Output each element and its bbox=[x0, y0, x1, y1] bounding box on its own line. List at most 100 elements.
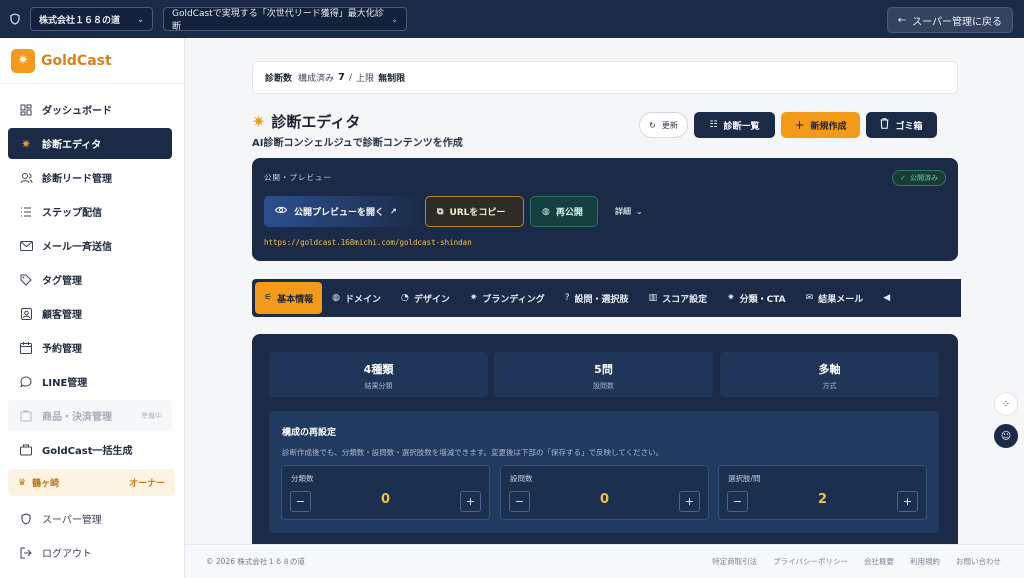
tab-more[interactable]: ◀ bbox=[873, 282, 905, 314]
campaign-select[interactable]: GoldCastで実現する「次世代リード獲得」最大化診断 ⌄ bbox=[163, 7, 407, 32]
sidebar-item-customers[interactable]: 顧客管理 bbox=[8, 298, 172, 329]
refresh-icon: ↻ bbox=[649, 120, 656, 130]
apps-float-button[interactable]: ⁘ bbox=[994, 392, 1018, 416]
sidebar-item-line[interactable]: LINE管理 bbox=[8, 366, 172, 397]
chatbot-float-button[interactable]: ☺ bbox=[994, 424, 1018, 448]
sidebar-item-tags[interactable]: タグ管理 bbox=[8, 264, 172, 295]
increment-button[interactable]: + bbox=[460, 491, 481, 512]
question-count-stepper: 設問数 − 0 + bbox=[500, 465, 709, 520]
stat-card-questions: 5問 設問数 bbox=[494, 352, 713, 397]
sparkle-icon: ✷ bbox=[727, 293, 735, 303]
stat-label: 設問数 bbox=[593, 382, 614, 390]
sparkle-icon: ✷ bbox=[469, 293, 478, 303]
check-circle-icon: ✓ bbox=[900, 174, 906, 182]
sidebar-item-label: スーパー管理 bbox=[42, 515, 102, 526]
trash-button[interactable]: ゴミ箱 bbox=[866, 112, 937, 138]
mail-icon: ✉ bbox=[805, 293, 814, 303]
sidebar-item-label: ステップ配信 bbox=[42, 208, 102, 219]
new-diagnosis-button[interactable]: + 新規作成 bbox=[781, 112, 860, 138]
count-limit-label: 上限 bbox=[356, 74, 375, 84]
tab-classification-cta[interactable]: ✷ 分類・CTA bbox=[717, 282, 796, 314]
footer-link-terms[interactable]: 利用規約 bbox=[910, 556, 940, 567]
tab-score[interactable]: ▥ スコア設定 bbox=[639, 282, 718, 314]
copy-url-button[interactable]: ⧉ URLをコピー bbox=[425, 196, 524, 227]
open-preview-label: 公開プレビューを開く bbox=[294, 208, 385, 218]
sidebar-item-bulk-generate[interactable]: GoldCast一括生成 bbox=[8, 434, 172, 465]
stepper-value: 0 bbox=[599, 492, 610, 507]
diagnosis-list-button[interactable]: ☷ 診断一覧 bbox=[694, 112, 775, 138]
globe-icon: ◍ bbox=[332, 293, 340, 303]
increment-button[interactable]: + bbox=[679, 491, 700, 512]
details-toggle[interactable]: 詳細 ⌄ bbox=[604, 196, 654, 227]
sidebar-item-dashboard[interactable]: ダッシュボード bbox=[8, 94, 172, 125]
main-content: 診断数 構成済み 7 / 上限 無制限 ✷ 診断エディタ AI診断コンシェルジュ… bbox=[185, 38, 1024, 544]
refresh-button[interactable]: ↻ 更新 bbox=[639, 112, 688, 138]
footer-link-company[interactable]: 会社概要 bbox=[864, 556, 894, 567]
tab-design[interactable]: ◔ デザイン bbox=[391, 282, 460, 314]
editor-tabs: ⚟ 基本情報 ◍ ドメイン ◔ デザイン ✷ ブランディング ? 設問・選択肢 ▥ スコア設… bbox=[252, 279, 961, 317]
sidebar-item-logout[interactable]: ログアウト bbox=[8, 537, 173, 568]
sidebar-item-bulk-mail[interactable]: メール一斉送信 bbox=[8, 230, 172, 261]
sidebar-item-label: ダッシュボード bbox=[42, 106, 112, 117]
company-select[interactable]: 株式会社１６８の道 ⌄ bbox=[30, 7, 153, 31]
chat-icon bbox=[19, 375, 33, 389]
sidebar-item-step-delivery[interactable]: ステップ配信 bbox=[8, 196, 172, 227]
campaign-select-value: GoldCastで実現する「次世代リード獲得」最大化診断 bbox=[172, 9, 384, 32]
tab-basic-info[interactable]: ⚟ 基本情報 bbox=[255, 282, 323, 314]
tab-label: 設問・選択肢 bbox=[574, 294, 629, 305]
sidebar-item-label: LINE管理 bbox=[42, 378, 88, 389]
sidebar-item-diagnosis-editor[interactable]: ✷ 診断エディタ bbox=[8, 128, 172, 159]
back-button-label: スーパー管理に戻る bbox=[912, 16, 1002, 28]
basic-info-panel: 4種類 結果分類 5問 設問数 多軸 方式 構成の再設定 診断作成後でも、分類数… bbox=[252, 334, 958, 544]
sidebar-item-super-admin[interactable]: スーパー管理 bbox=[8, 503, 173, 534]
sparkle-icon: ✷ bbox=[20, 136, 32, 151]
sparkle-logo-icon: ✷ bbox=[11, 48, 35, 73]
footer-link-privacy[interactable]: プライバシーポリシー bbox=[773, 556, 848, 567]
trash-icon bbox=[880, 118, 889, 132]
tab-label: ブランディング bbox=[482, 294, 545, 305]
tab-branding[interactable]: ✷ ブランディング bbox=[460, 282, 555, 314]
tab-domain[interactable]: ◍ ドメイン bbox=[322, 282, 391, 314]
contact-icon bbox=[19, 307, 33, 321]
sidebar-item-label: ログアウト bbox=[42, 549, 92, 560]
tab-result-mail[interactable]: ✉ 結果メール bbox=[796, 282, 874, 314]
logo[interactable]: ✷ GoldCast bbox=[0, 38, 184, 84]
footer-link-contact[interactable]: お問い合わせ bbox=[956, 556, 1001, 567]
republish-button[interactable]: ◍ 再公開 bbox=[530, 196, 598, 227]
stat-label: 結果分類 bbox=[364, 382, 393, 390]
tab-label: ドメイン bbox=[344, 294, 381, 305]
arrow-left-icon: ← bbox=[897, 14, 907, 26]
open-preview-button[interactable]: 公開プレビューを開く ↗ bbox=[264, 196, 419, 227]
reconfigure-description: 診断作成後でも、分類数・設問数・選択肢数を増減できます。変更後は下部の「保存する… bbox=[282, 448, 664, 457]
globe-icon: ◍ bbox=[542, 206, 550, 217]
plus-icon: + bbox=[794, 118, 805, 132]
back-to-super-admin-button[interactable]: ← スーパー管理に戻る bbox=[886, 7, 1013, 33]
bot-icon: ☺ bbox=[1000, 430, 1012, 442]
diagnosis-count-bar: 診断数 構成済み 7 / 上限 無制限 bbox=[252, 61, 958, 94]
increment-button[interactable]: + bbox=[897, 491, 918, 512]
calendar-icon bbox=[19, 341, 33, 355]
sparkle-icon: ✷ bbox=[252, 112, 266, 131]
list-label: 診断一覧 bbox=[723, 121, 760, 132]
chevron-down-icon: ⌄ bbox=[391, 14, 398, 24]
sidebar-item-leads[interactable]: 診断リード管理 bbox=[8, 162, 172, 193]
footer-links: 特定商取引法 プライバシーポリシー 会社概要 利用規約 お問い合わせ bbox=[696, 556, 1001, 567]
logo-text: GoldCast bbox=[41, 52, 112, 69]
footer-link-tokushoho[interactable]: 特定商取引法 bbox=[712, 556, 757, 567]
tab-label: デザイン bbox=[413, 294, 450, 305]
public-url[interactable]: https://goldcast.168michi.com/goldcast-s… bbox=[264, 238, 472, 247]
external-link-icon: ↗ bbox=[390, 207, 397, 216]
crown-icon: ♛ bbox=[18, 477, 27, 488]
sidebar-item-label: タグ管理 bbox=[42, 276, 82, 287]
tab-questions[interactable]: ? 設問・選択肢 bbox=[555, 282, 639, 314]
trash-label: ゴミ箱 bbox=[895, 121, 923, 132]
copyright: © 2026 株式会社１６８の道 bbox=[206, 557, 305, 566]
sidebar-item-label: メール一斉送信 bbox=[42, 242, 112, 253]
chevron-down-icon: ⌄ bbox=[137, 14, 144, 24]
stepper-label: 分類数 bbox=[291, 474, 314, 483]
choices-per-question-stepper: 選択肢/問 − 2 + bbox=[718, 465, 927, 520]
publish-section-label: 公開・プレビュー bbox=[264, 173, 332, 182]
copy-icon: ⧉ bbox=[437, 206, 444, 217]
sidebar-item-reservations[interactable]: 予約管理 bbox=[8, 332, 172, 363]
tab-label: 結果メール bbox=[818, 294, 864, 305]
